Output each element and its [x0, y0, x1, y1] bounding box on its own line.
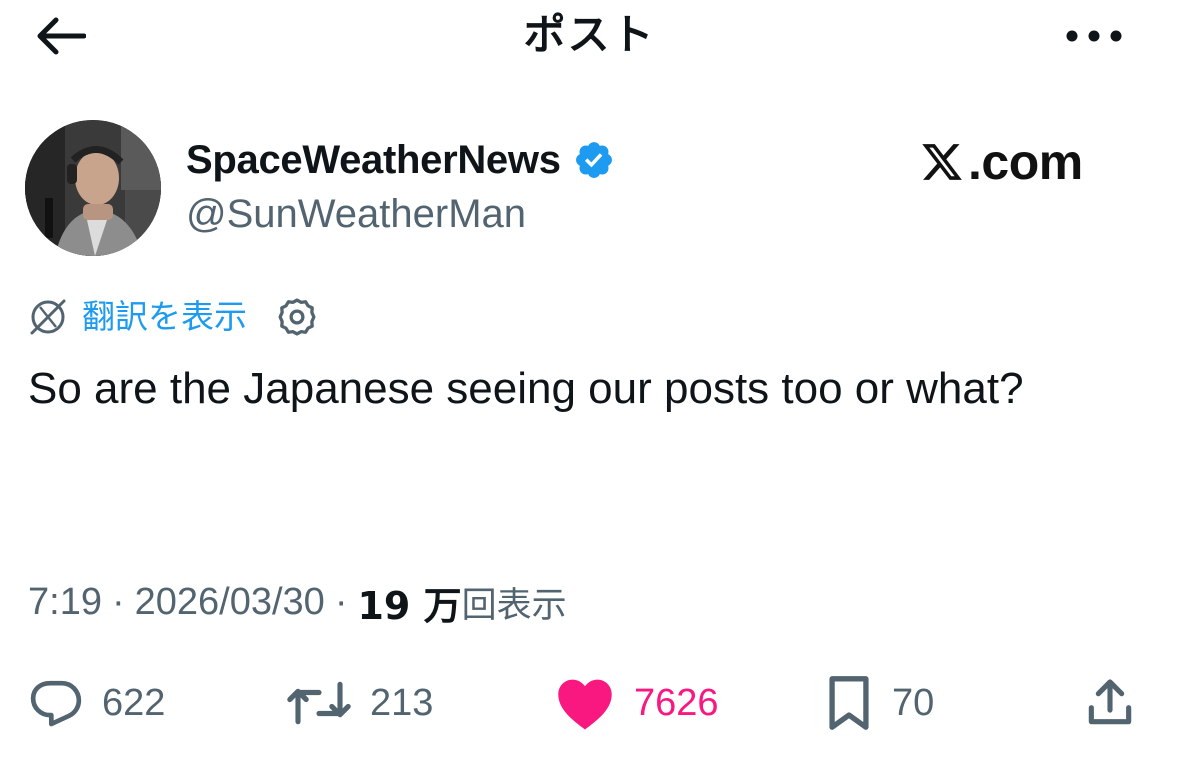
heart-filled-icon: [558, 679, 612, 730]
watermark-text: .com: [968, 134, 1083, 190]
repost-button[interactable]: 213: [286, 668, 433, 738]
display-name[interactable]: SpaceWeatherNews: [186, 136, 561, 184]
meta-separator: ·: [111, 580, 125, 623]
page-title: ポスト: [523, 10, 656, 59]
like-count: 7626: [634, 681, 719, 724]
views-label: 回表示: [461, 585, 567, 626]
display-name-row: SpaceWeatherNews: [186, 134, 615, 186]
action-bar: 622 213 7626 70: [0, 668, 1179, 738]
more-options-button[interactable]: [1058, 16, 1130, 56]
avatar[interactable]: [25, 120, 161, 256]
x-com-watermark: .com: [920, 134, 1083, 190]
like-button[interactable]: 7626: [554, 668, 719, 738]
tweet-text: So are the Japanese seeing our posts too…: [28, 364, 1024, 413]
tweet-meta: 7:19 · 2026/03/30 · 19 万 回表示: [28, 574, 567, 630]
translate-globe-icon: [28, 297, 68, 337]
reply-button[interactable]: 622: [28, 668, 165, 738]
bookmark-button[interactable]: 70: [824, 668, 934, 738]
tweet-time[interactable]: 7:19: [28, 581, 102, 624]
reply-icon: [30, 680, 82, 727]
share-button[interactable]: [1082, 668, 1138, 738]
user-handle[interactable]: @SunWeatherMan: [186, 190, 526, 238]
repost-icon: [287, 681, 351, 725]
bookmark-count: 70: [892, 681, 935, 724]
show-translation-link[interactable]: 翻訳を表示: [82, 297, 247, 337]
gear-icon: [278, 298, 316, 336]
translation-settings-button[interactable]: [275, 295, 319, 339]
repost-count: 213: [370, 681, 434, 724]
more-horizontal-icon: [1066, 30, 1122, 42]
reply-count: 622: [102, 681, 166, 724]
avatar-photo: [25, 120, 161, 256]
bookmark-icon: [829, 676, 869, 730]
x-logo-icon: [922, 144, 962, 180]
meta-separator: ·: [334, 580, 348, 623]
share-icon: [1088, 679, 1132, 725]
translate-row: 翻訳を表示: [28, 292, 319, 342]
top-bar: ポスト: [0, 0, 1179, 80]
verified-badge-icon: [573, 139, 615, 181]
views-count: 19 万: [357, 583, 462, 628]
tweet-date[interactable]: 2026/03/30: [135, 581, 325, 624]
